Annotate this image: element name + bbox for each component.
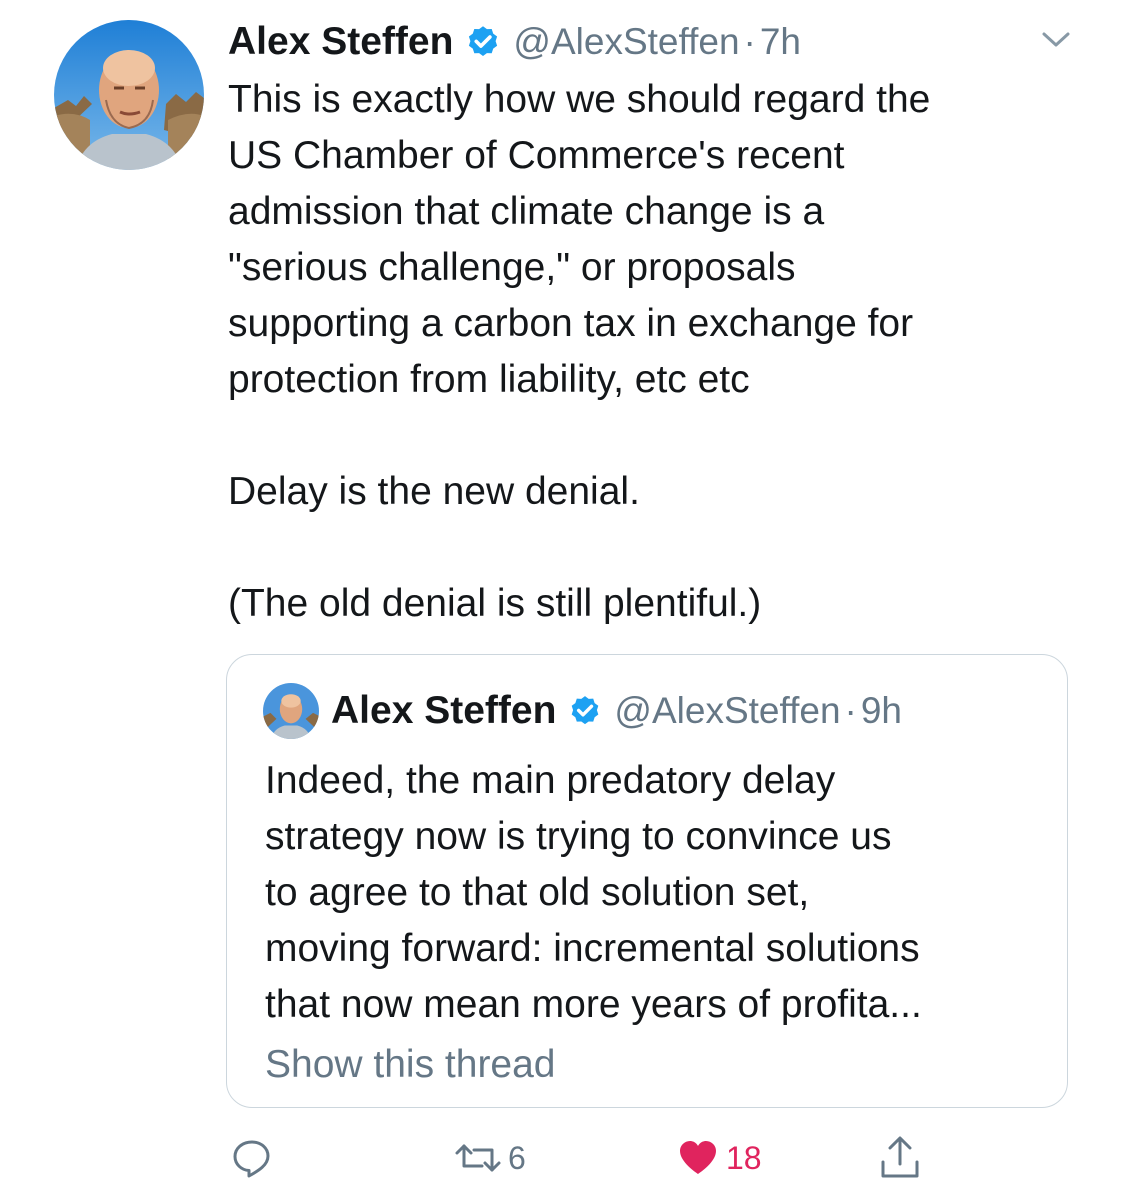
quoted-author-name: Alex Steffen (331, 689, 557, 732)
verified-badge-icon (469, 26, 498, 56)
chevron-down-icon[interactable] (1038, 28, 1074, 52)
quoted-line: Indeed, the main predatory delay (265, 759, 836, 802)
like-count: 18 (726, 1139, 762, 1176)
retweet-count: 6 (508, 1139, 526, 1176)
heart-icon (680, 1141, 716, 1174)
quoted-tweet-timestamp: 9h (860, 690, 903, 731)
reply-icon (233, 1140, 270, 1178)
retweet-button[interactable]: 6 (454, 1128, 526, 1188)
reply-button[interactable] (230, 1128, 274, 1188)
tweet-text: This is exactly how we should regard the… (228, 72, 1088, 632)
tweet-line: "serious challenge," or proposals (228, 246, 796, 289)
quoted-tweet-card[interactable]: Alex Steffen @AlexSteffen · 9h Indeed, t… (226, 654, 1068, 1108)
tweet-action-bar: 6 18 (0, 1128, 1124, 1188)
quoted-line: moving forward: incremental solutions (265, 927, 920, 970)
tweet-paragraph: (The old denial is still plentiful.) (228, 582, 762, 625)
share-button[interactable] (878, 1128, 922, 1188)
verified-badge-icon (572, 696, 599, 725)
quoted-author-avatar (263, 683, 319, 739)
like-button[interactable]: 18 (676, 1128, 762, 1188)
quoted-line: strategy now is trying to convince us (265, 815, 892, 858)
tweet-line: protection from liability, etc etc (228, 358, 750, 401)
tweet-line: supporting a carbon tax in exchange for (228, 302, 914, 345)
show-thread-link[interactable]: Show this thread (265, 1043, 556, 1087)
retweet-icon (455, 1144, 501, 1172)
quoted-line: that now mean more years of profita... (265, 983, 922, 1026)
quoted-tweet-text: Indeed, the main predatory delay strateg… (265, 753, 1045, 1033)
separator-dot: · (743, 21, 756, 62)
tweet-line: admission that climate change is a (228, 190, 825, 233)
share-icon (881, 1136, 919, 1178)
tweet-timestamp[interactable]: 7h (760, 21, 801, 63)
quoted-tweet-header: Alex Steffen @AlexSteffen · 9h (331, 683, 902, 739)
author-handle[interactable]: @AlexSteffen (513, 21, 739, 63)
tweet-line: US Chamber of Commerce's recent (228, 134, 845, 177)
tweet-header: Alex Steffen @AlexSteffen · 7h (228, 16, 801, 68)
quoted-author-handle: @AlexSteffen (614, 690, 841, 731)
author-avatar[interactable] (54, 20, 204, 170)
tweet-line: This is exactly how we should regard the (228, 78, 931, 121)
separator-dot: · (844, 690, 857, 731)
author-name[interactable]: Alex Steffen (228, 20, 453, 64)
tweet-paragraph: Delay is the new denial. (228, 470, 640, 513)
quoted-line: to agree to that old solution set, (265, 871, 810, 914)
